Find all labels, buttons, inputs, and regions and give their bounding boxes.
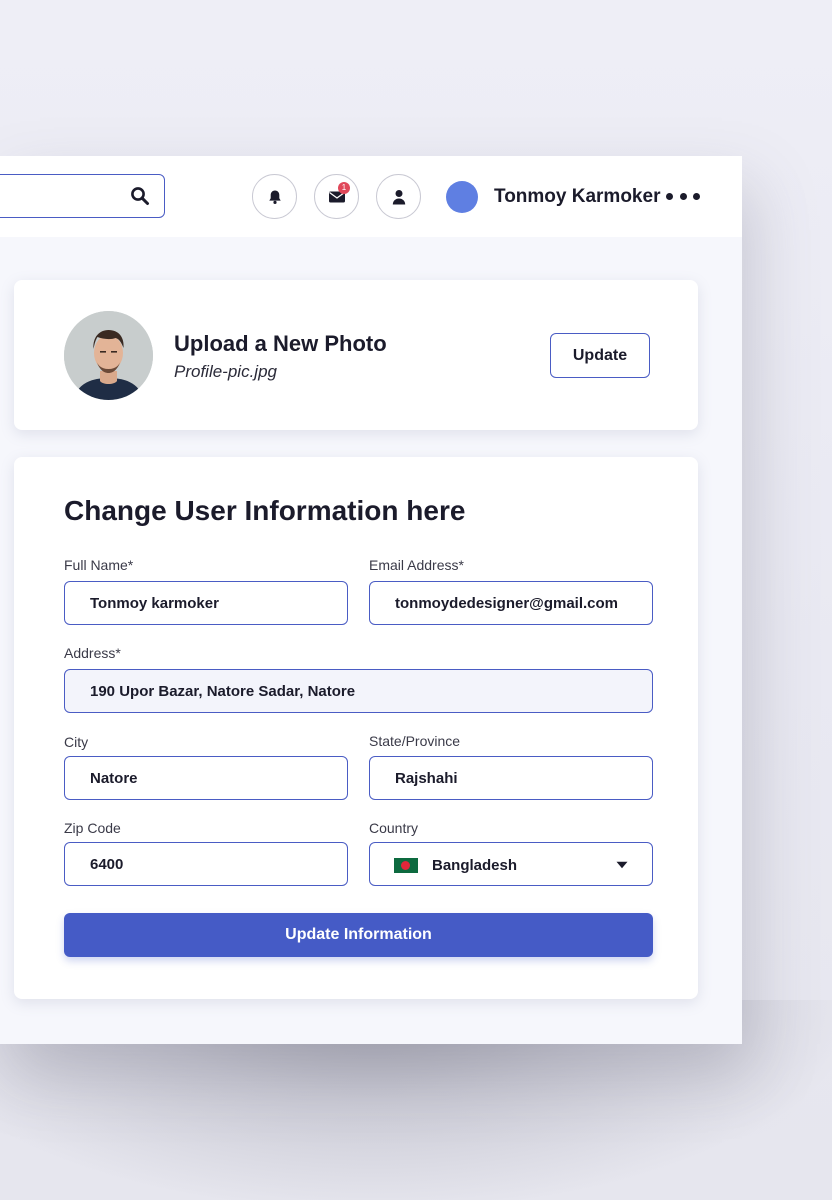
search-input[interactable] [0,175,121,217]
chevron-down-icon[interactable] [616,861,628,869]
state-label: State/Province [369,733,461,749]
messages-button[interactable]: 1 [314,174,359,219]
city-label: City [64,734,89,750]
zip-field[interactable] [64,842,348,886]
photo-upload-card: Upload a New Photo Profile-pic.jpg Updat… [14,280,698,430]
more-icon[interactable] [666,191,700,201]
city-field[interactable] [64,756,348,800]
user-info-card: Change User Information here Full Name* … [14,457,698,999]
app-window: 1 Tonmoy Karmoker Upload a New Photo Pro… [0,156,742,1044]
search-icon[interactable] [130,186,150,206]
mail-badge: 1 [338,182,350,194]
full-name-field[interactable] [64,581,348,625]
notifications-button[interactable] [252,174,297,219]
state-field[interactable] [369,756,653,800]
user-name[interactable]: Tonmoy Karmoker [494,186,660,208]
address-label: Address* [64,645,121,661]
photo-filename: Profile-pic.jpg [174,362,277,381]
zip-label: Zip Code [64,820,121,836]
country-select[interactable]: Bangladesh [369,842,653,886]
update-photo-button[interactable]: Update [550,333,650,378]
search-box[interactable] [0,174,165,218]
update-information-button[interactable]: Update Information [64,913,653,957]
user-icon [392,189,405,204]
country-value: Bangladesh [432,857,518,874]
upload-photo-title: Upload a New Photo [174,331,387,356]
email-label: Email Address* [369,557,464,573]
top-bar: 1 Tonmoy Karmoker [0,156,742,237]
email-field[interactable] [369,581,653,625]
bangladesh-flag-icon [394,858,418,873]
form-title: Change User Information here [64,495,466,526]
address-field[interactable] [64,669,653,713]
bell-icon [268,190,281,204]
avatar[interactable] [446,181,478,213]
country-label: Country [369,820,419,836]
profile-button[interactable] [376,174,421,219]
full-name-label: Full Name* [64,557,134,573]
profile-picture [64,311,153,400]
